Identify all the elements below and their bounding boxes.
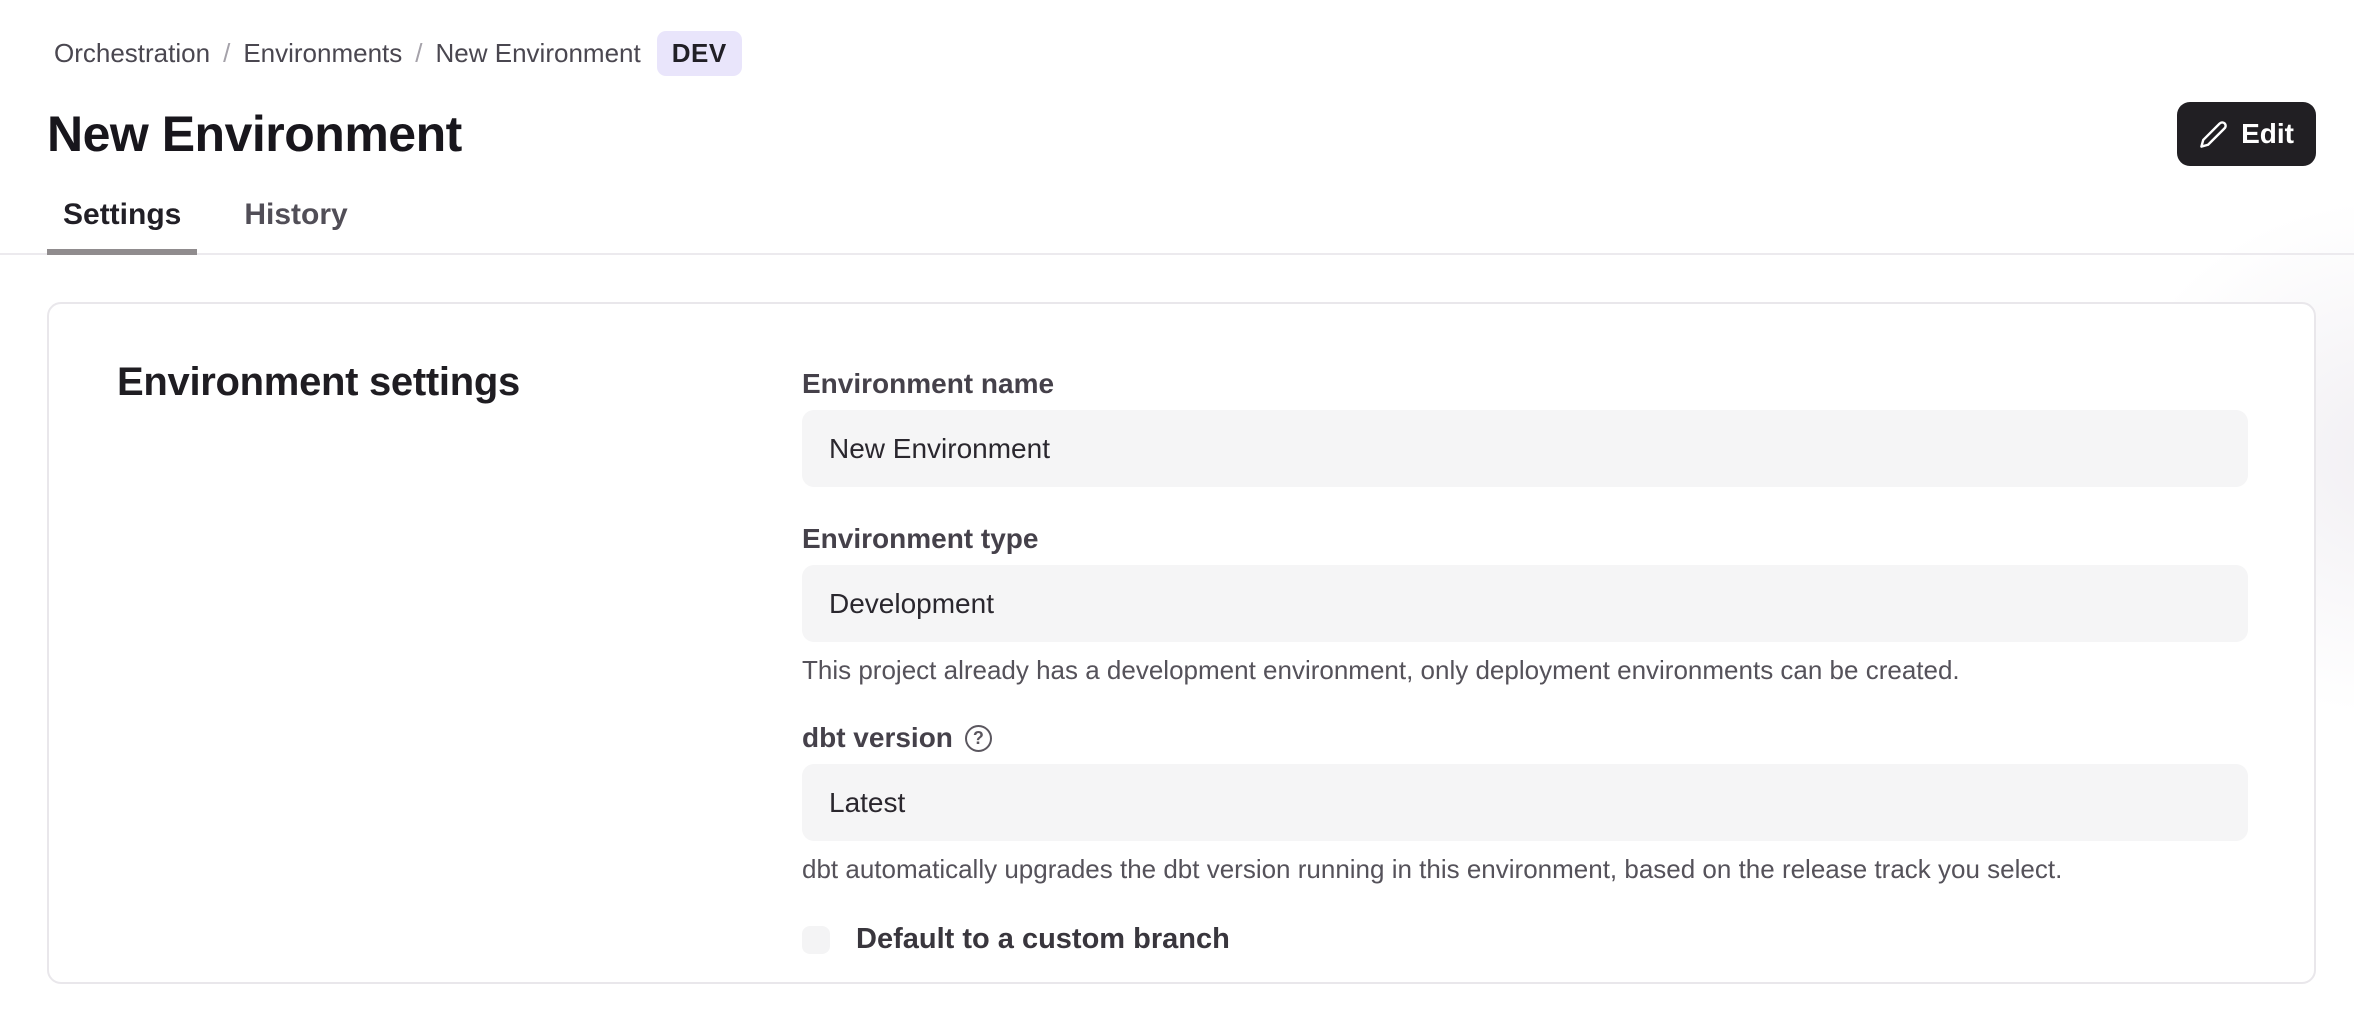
tab-history[interactable]: History: [228, 198, 363, 255]
breadcrumb: Orchestration / Environments / New Envir…: [54, 0, 2316, 76]
card-form-column: Environment name New Environment Environ…: [802, 360, 2248, 982]
card-heading: Environment settings: [117, 360, 802, 405]
card-heading-column: Environment settings: [117, 360, 802, 982]
environment-type-helper: This project already has a development e…: [802, 655, 2248, 686]
environment-type-label: Environment type: [802, 523, 1038, 555]
field-environment-type: Environment type Development This projec…: [802, 523, 2248, 686]
tabs: Settings History: [0, 198, 2354, 255]
tab-settings[interactable]: Settings: [47, 198, 197, 255]
dbt-version-input[interactable]: Latest: [802, 764, 2248, 841]
dbt-version-label: dbt version: [802, 722, 953, 754]
title-row: New Environment Edit: [47, 102, 2316, 166]
environment-settings-page: Orchestration / Environments / New Envir…: [0, 0, 2354, 984]
custom-branch-checkbox[interactable]: [802, 926, 830, 954]
dbt-version-helper: dbt automatically upgrades the dbt versi…: [802, 854, 2248, 885]
edit-button-label: Edit: [2241, 118, 2294, 150]
pencil-icon: [2199, 120, 2228, 149]
edit-button[interactable]: Edit: [2177, 102, 2316, 166]
help-icon[interactable]: ?: [965, 725, 992, 752]
breadcrumb-separator: /: [415, 38, 422, 69]
environment-name-input[interactable]: New Environment: [802, 410, 2248, 487]
custom-branch-label: Default to a custom branch: [856, 923, 1230, 956]
breadcrumb-current-page: New Environment: [436, 38, 641, 69]
dev-badge: DEV: [657, 31, 742, 76]
field-environment-name: Environment name New Environment: [802, 368, 2248, 487]
custom-branch-row: Default to a custom branch: [802, 923, 2248, 956]
field-dbt-version: dbt version ? Latest dbt automatically u…: [802, 722, 2248, 885]
environment-type-input[interactable]: Development: [802, 565, 2248, 642]
breadcrumb-orchestration[interactable]: Orchestration: [54, 38, 210, 69]
page-title: New Environment: [47, 105, 462, 163]
breadcrumb-environments[interactable]: Environments: [243, 38, 402, 69]
breadcrumb-separator: /: [223, 38, 230, 69]
environment-settings-card: Environment settings Environment name Ne…: [47, 302, 2316, 984]
environment-name-label: Environment name: [802, 368, 1054, 400]
